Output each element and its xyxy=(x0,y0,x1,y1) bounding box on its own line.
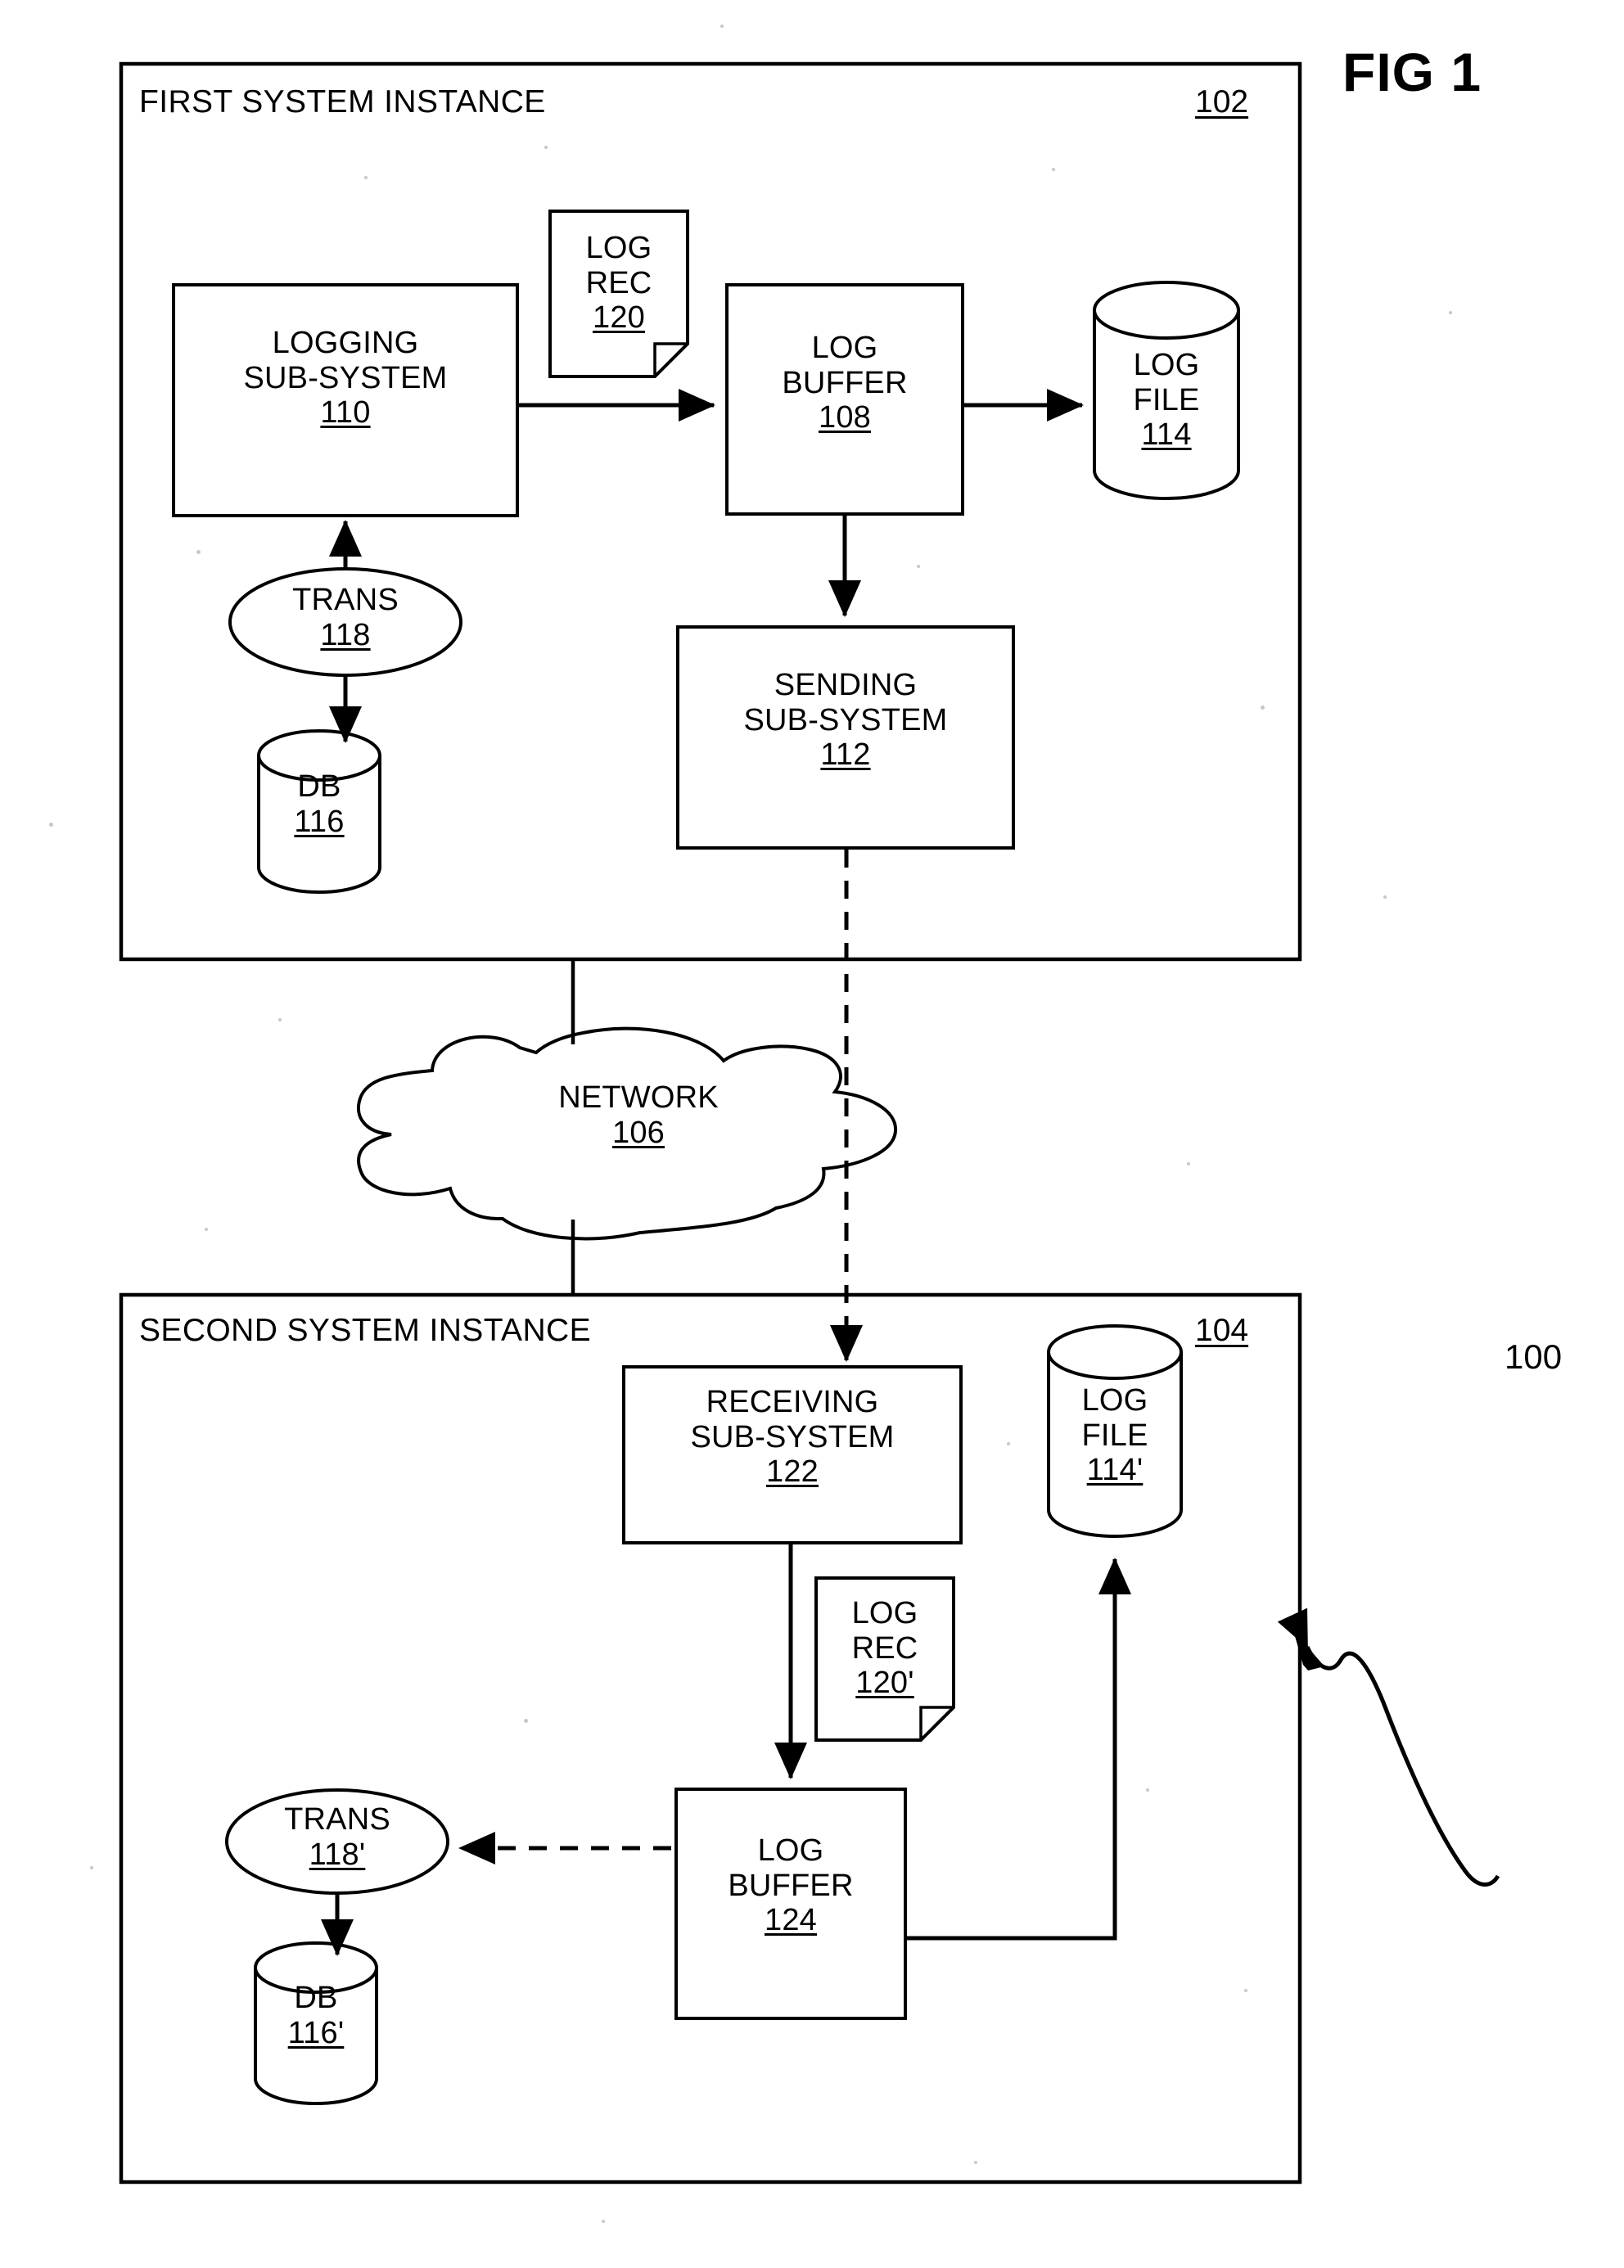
log-file-cylinder-top xyxy=(1093,281,1240,340)
scan-speck xyxy=(205,1228,208,1231)
second-system-instance-ref: 104 xyxy=(1195,1313,1249,1348)
log-buffer-ref: 108 xyxy=(818,400,871,435)
db-prime-ref: 116' xyxy=(287,2015,345,2050)
scan-speck xyxy=(1146,1788,1149,1792)
scan-speck xyxy=(602,2220,605,2223)
receiving-subsystem-label: RECEIVING SUB-SYSTEM 122 xyxy=(624,1385,961,1490)
scan-speck xyxy=(364,176,368,179)
sending-subsystem-label: SENDING SUB-SYSTEM 112 xyxy=(678,668,1013,773)
scan-speck xyxy=(90,1866,93,1869)
logging-subsystem-ref: 110 xyxy=(320,395,371,431)
log-rec-line1: LOG xyxy=(585,231,652,265)
log-file-label: LOG FILE 114 xyxy=(1094,348,1238,453)
first-system-instance-title: FIRST SYSTEM INSTANCE xyxy=(139,84,546,119)
first-system-instance-ref: 102 xyxy=(1195,84,1249,119)
log-buffer-line2: BUFFER xyxy=(782,365,908,400)
scan-speck xyxy=(1007,1442,1010,1445)
logging-subsystem-label: LOGGING SUB-SYSTEM 110 xyxy=(174,326,517,431)
figure-canvas: FIG 1 FIRST SYSTEM INSTANCE 102 LOGGING … xyxy=(0,0,1624,2268)
scan-speck xyxy=(544,146,548,149)
receiving-subsystem-line2: SUB-SYSTEM xyxy=(690,1419,895,1454)
trans-label: TRANS 118 xyxy=(231,583,460,652)
scan-speck xyxy=(1244,1989,1247,1992)
receiving-subsystem-line1: RECEIVING xyxy=(706,1385,879,1419)
scan-speck xyxy=(1052,168,1055,171)
log-rec-prime-line1: LOG xyxy=(851,1596,918,1630)
log-file-ref: 114 xyxy=(1141,417,1192,453)
log-rec-prime-line2: REC xyxy=(851,1630,918,1666)
log-file-prime-line1: LOG xyxy=(1081,1383,1148,1418)
scan-speck xyxy=(917,565,920,568)
sending-subsystem-line2: SUB-SYSTEM xyxy=(743,702,948,737)
log-buffer-2-line1: LOG xyxy=(757,1833,824,1868)
trans-ref: 118 xyxy=(320,617,371,652)
overall-ref-lead-line xyxy=(1277,1607,1500,1887)
receiving-subsystem-ref: 122 xyxy=(765,1454,819,1490)
log-rec-line2: REC xyxy=(585,265,652,300)
log-file-prime-ref: 114' xyxy=(1086,1453,1144,1488)
log-file-prime-line2: FILE xyxy=(1081,1418,1148,1453)
db-label: DB 116 xyxy=(246,769,393,839)
sending-subsystem-line1: SENDING xyxy=(774,668,918,702)
figure-title: FIG 1 xyxy=(1342,42,1482,102)
log-file-line1: LOG xyxy=(1133,348,1200,382)
scan-speck xyxy=(1449,311,1452,314)
db-prime-line1: DB xyxy=(294,1981,338,2015)
trans-prime-label: TRANS 118' xyxy=(223,1802,452,1872)
sending-subsystem-ref: 112 xyxy=(820,737,871,773)
network-label: NETWORK 106 xyxy=(508,1080,769,1150)
scan-speck xyxy=(720,25,724,28)
log-buffer-label: LOG BUFFER 108 xyxy=(727,331,963,435)
scan-speck xyxy=(49,823,53,827)
log-buffer-2-line2: BUFFER xyxy=(728,1868,854,1903)
overall-ref-arrowhead xyxy=(1293,1630,1324,1671)
logging-subsystem-line2: SUB-SYSTEM xyxy=(243,360,448,395)
log-rec-prime-ref: 120' xyxy=(855,1666,914,1701)
log-rec-ref: 120 xyxy=(592,300,645,336)
log-file-prime-label: LOG FILE 114' xyxy=(1044,1383,1185,1488)
scan-speck xyxy=(196,550,201,554)
db-prime-label: DB 116' xyxy=(242,1981,390,2050)
scan-speck xyxy=(278,1018,282,1021)
log-file-prime-cylinder-top xyxy=(1047,1324,1183,1380)
network-line1: NETWORK xyxy=(558,1080,719,1115)
scan-speck xyxy=(1261,706,1265,710)
db-line1: DB xyxy=(297,769,341,804)
log-file-line2: FILE xyxy=(1133,382,1200,417)
scan-speck xyxy=(524,1719,528,1723)
scan-speck xyxy=(1187,1162,1190,1166)
log-rec-label: LOG REC 120 xyxy=(547,231,691,336)
second-system-instance-title: SECOND SYSTEM INSTANCE xyxy=(139,1313,591,1348)
log-buffer-2-ref: 124 xyxy=(764,1903,817,1938)
trans-prime-ref: 118' xyxy=(309,1837,366,1872)
log-buffer-2-label: LOG BUFFER 124 xyxy=(676,1833,905,1938)
db-ref: 116 xyxy=(294,804,345,839)
logging-subsystem-line1: LOGGING xyxy=(272,326,419,360)
network-ref: 106 xyxy=(611,1115,665,1150)
scan-speck xyxy=(974,2161,977,2164)
scan-speck xyxy=(1383,895,1387,899)
trans-line1: TRANS xyxy=(292,583,399,617)
log-buffer-line1: LOG xyxy=(811,331,878,365)
overall-figure-ref: 100 xyxy=(1504,1337,1563,1376)
trans-prime-line1: TRANS xyxy=(284,1802,390,1837)
log-rec-prime-label: LOG REC 120' xyxy=(813,1596,957,1701)
